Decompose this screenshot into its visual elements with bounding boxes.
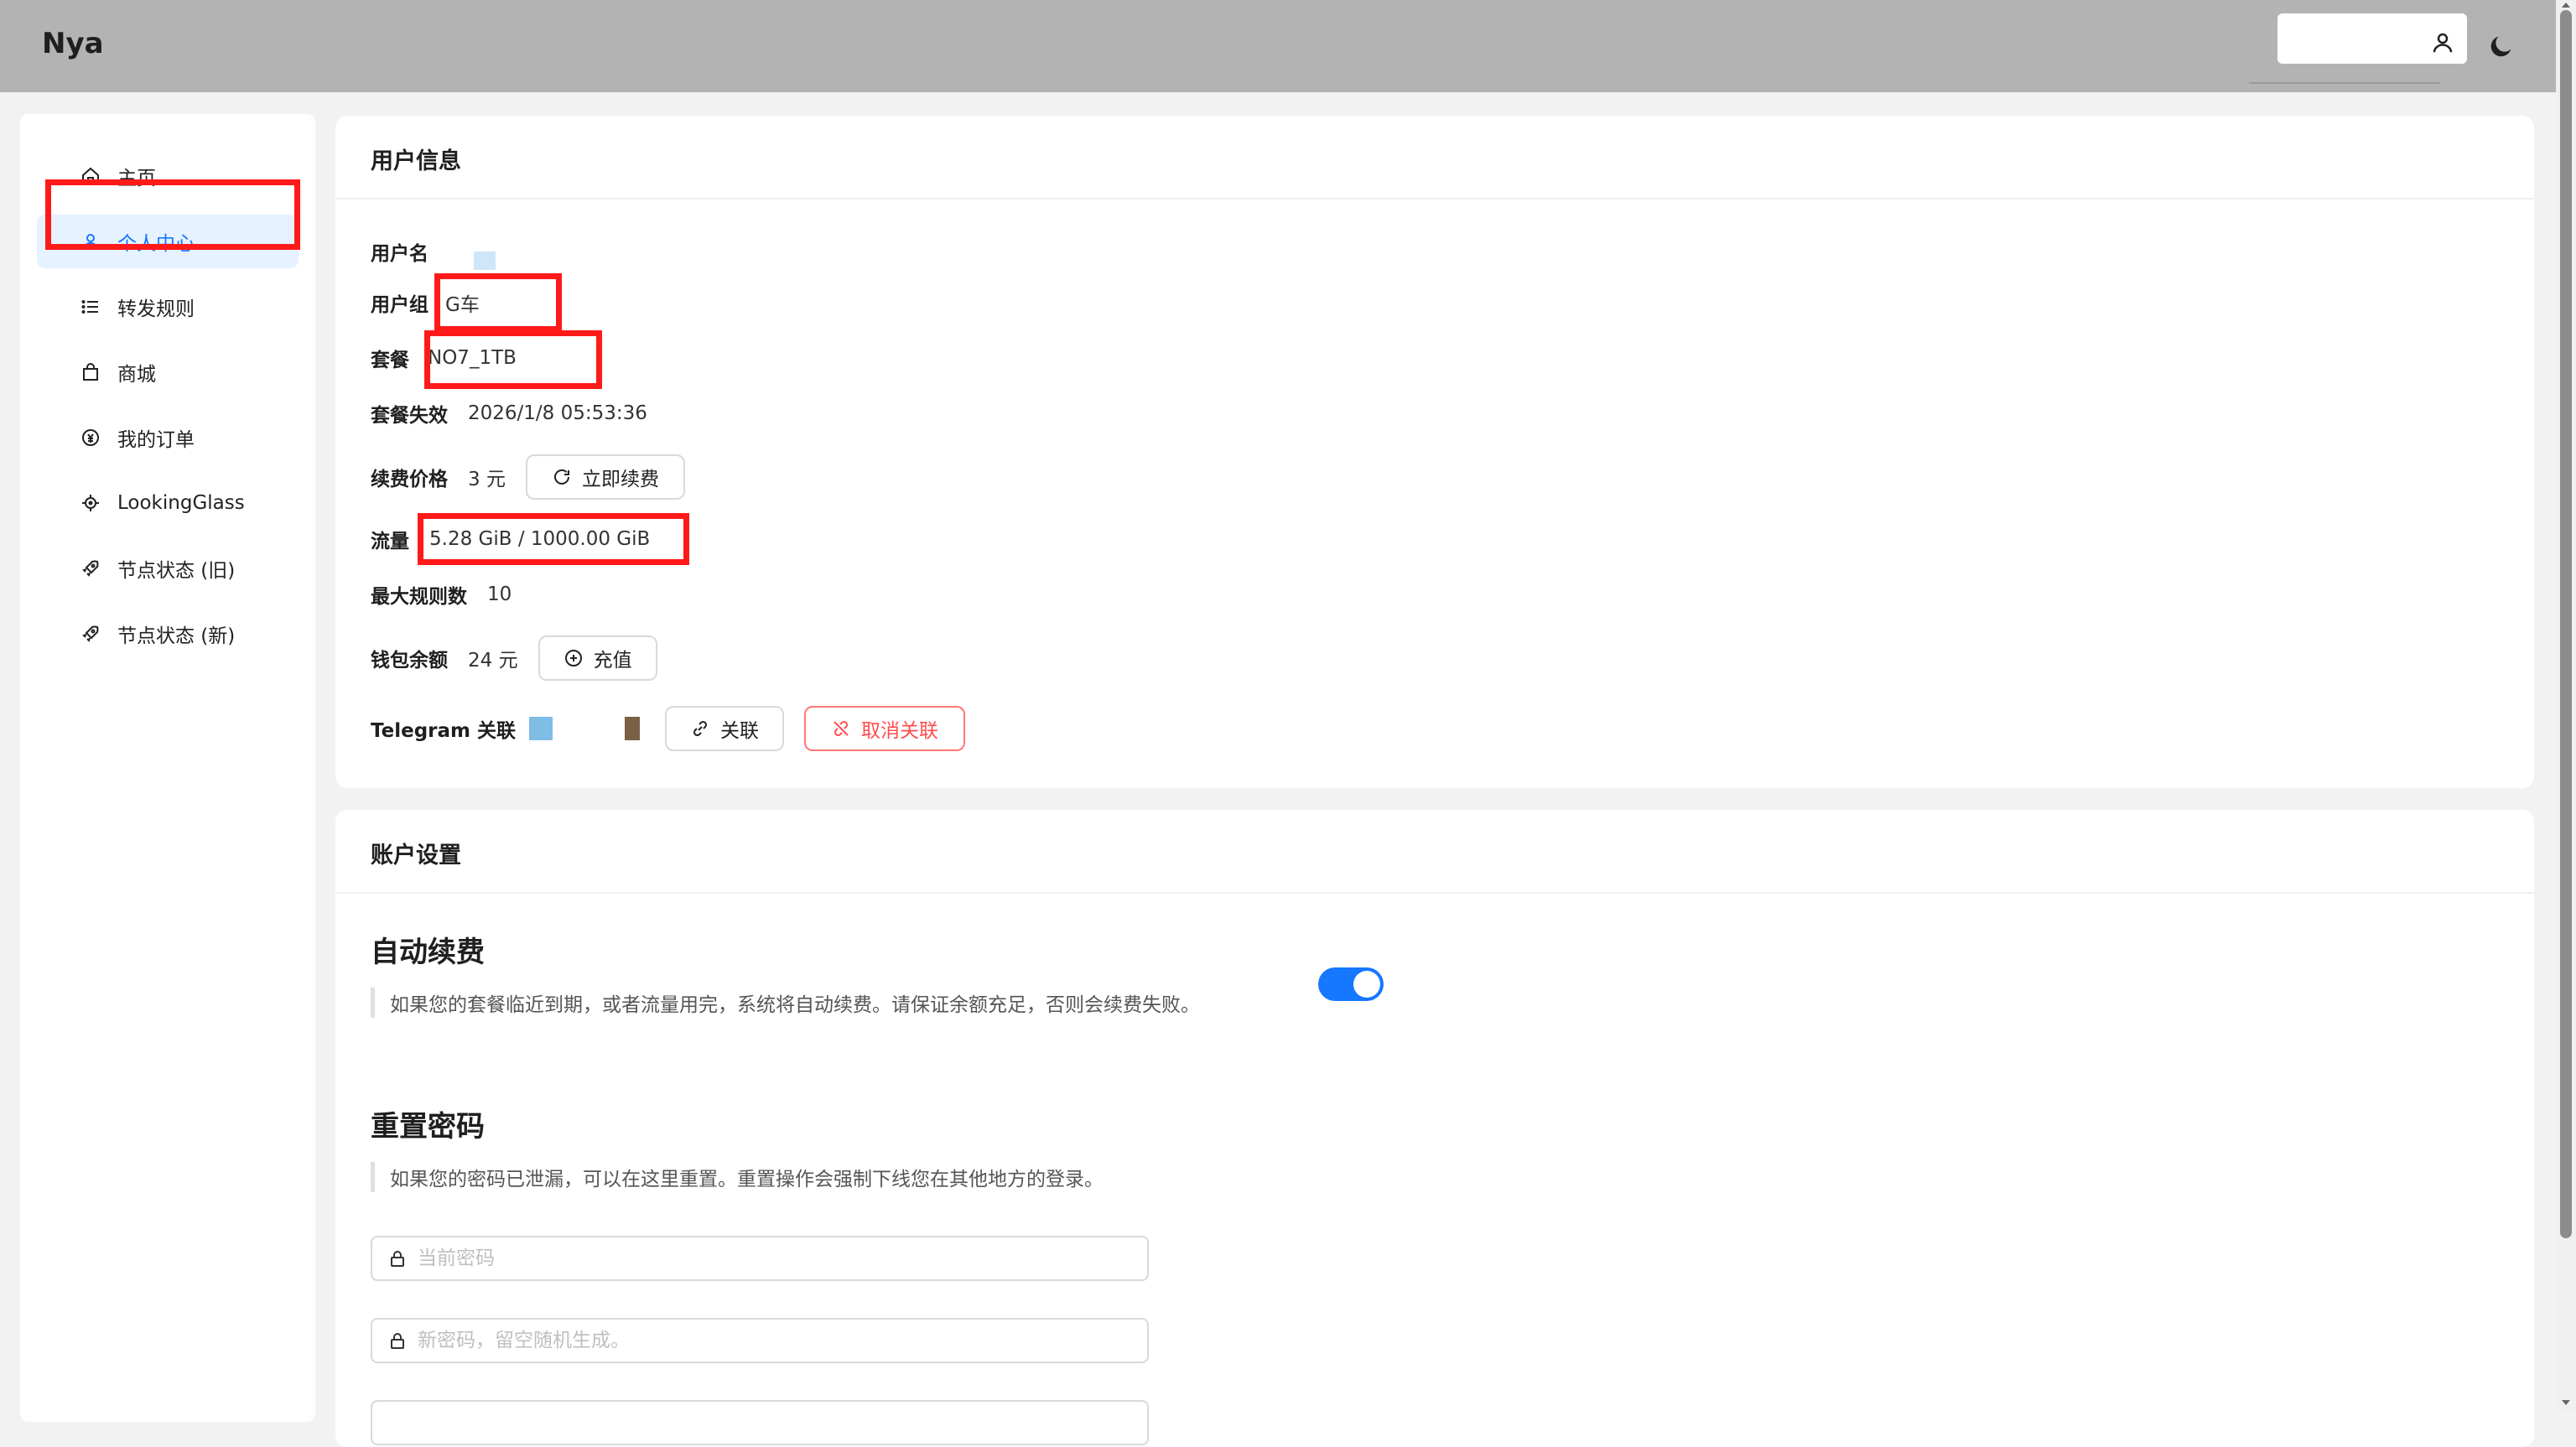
- scrollbar-thumb[interactable]: [2560, 10, 2572, 1238]
- sidebar-item-forward-rules[interactable]: 转发规则: [37, 280, 299, 334]
- card-divider: [335, 198, 2534, 200]
- renew-price-row: 续费价格 3 元 立即续费: [371, 454, 685, 500]
- plan-expire-row: 套餐失效 2026/1/8 05:53:36: [371, 399, 647, 428]
- wallet-value: 24 元: [468, 650, 518, 672]
- link-telegram-button[interactable]: 关联: [665, 706, 785, 751]
- reset-password-title: 重置密码: [371, 1110, 485, 1144]
- telegram-avatar-swatch: [529, 717, 553, 740]
- plan-expire-value: 2026/1/8 05:53:36: [468, 402, 647, 424]
- unlink-icon: [831, 718, 851, 739]
- traffic-label: 流量: [371, 531, 409, 552]
- sidebar-item-label: 转发规则: [117, 298, 195, 320]
- search-underline: [2249, 82, 2440, 84]
- account-settings-card: 账户设置 自动续费 如果您的套餐临近到期，或者流量用完，系统将自动续费。请保证余…: [335, 810, 2534, 1447]
- user-info-title: 用户信息: [371, 148, 461, 174]
- sidebar-item-node-status-new[interactable]: 节点状态 (新): [37, 607, 299, 661]
- username-row: 用户名: [371, 233, 496, 270]
- plus-circle-icon: [564, 648, 584, 668]
- current-password-field[interactable]: [371, 1236, 1149, 1281]
- moon-icon[interactable]: [2487, 32, 2516, 60]
- username-label: 用户名: [371, 243, 428, 265]
- telegram-id-swatch: [625, 717, 641, 740]
- renew-now-label: 立即续费: [581, 468, 659, 490]
- user-info-card: 用户信息 用户名 用户组 G车 套餐 NO7_1TB 套餐失效 2026/1/8…: [335, 116, 2534, 788]
- order-icon: [79, 426, 102, 449]
- sidebar-item-node-status-old[interactable]: 节点状态 (旧): [37, 542, 299, 595]
- link-icon: [690, 718, 710, 739]
- username-avatar-swatch: [474, 252, 496, 270]
- renew-price-value: 3 元: [468, 469, 506, 490]
- rocket-icon: [79, 622, 102, 646]
- shopping-bag-icon: [79, 360, 102, 384]
- max-rules-row: 最大规则数 10: [371, 580, 512, 609]
- auto-renew-toggle[interactable]: [1318, 967, 1384, 1001]
- sidebar-item-lookingglass[interactable]: LookingGlass: [37, 476, 299, 530]
- wallet-label: 钱包余额: [371, 650, 448, 672]
- highlight-box-plan: [424, 330, 602, 389]
- link-telegram-label: 关联: [720, 719, 760, 741]
- aim-icon: [79, 491, 102, 515]
- account-settings-title: 账户设置: [371, 843, 461, 869]
- sidebar: 主页 个人中心 转发规则 商城 我的订单 LookingGlass 节点状态 (…: [20, 114, 315, 1422]
- rocket-icon: [79, 557, 102, 580]
- lock-icon: [387, 1330, 408, 1351]
- unlink-telegram-label: 取消关联: [861, 719, 939, 741]
- sidebar-item-label: LookingGlass: [117, 492, 245, 514]
- highlight-box-user-group: [434, 273, 562, 332]
- telegram-label: Telegram 关联: [371, 720, 517, 742]
- toggle-knob: [1353, 971, 1380, 998]
- brand-logo[interactable]: Nya: [42, 27, 104, 60]
- renew-now-button[interactable]: 立即续费: [525, 454, 685, 500]
- sidebar-item-orders[interactable]: 我的订单: [37, 411, 299, 464]
- sidebar-item-label: 商城: [117, 364, 156, 386]
- confirm-password-field[interactable]: [371, 1400, 1149, 1445]
- card-divider: [335, 892, 2534, 894]
- new-password-field[interactable]: [371, 1318, 1149, 1363]
- user-group-label: 用户组: [371, 294, 428, 316]
- scroll-down-arrow-icon[interactable]: [2559, 1397, 2573, 1408]
- reset-password-description: 如果您的密码已泄漏，可以在这里重置。重置操作会强制下线您在其他地方的登录。: [371, 1162, 1104, 1192]
- refresh-icon: [552, 467, 572, 487]
- auto-renew-description: 如果您的套餐临近到期，或者流量用完，系统将自动续费。请保证余额充足，否则会续费失…: [371, 988, 1200, 1018]
- unlink-telegram-button[interactable]: 取消关联: [804, 706, 966, 751]
- sidebar-item-label: 节点状态 (旧): [117, 560, 236, 582]
- list-icon: [79, 295, 102, 319]
- current-password-input[interactable]: [416, 1247, 1140, 1270]
- max-rules-label: 最大规则数: [371, 586, 467, 608]
- plan-label: 套餐: [371, 350, 409, 371]
- sidebar-item-label: 我的订单: [117, 429, 195, 451]
- user-icon[interactable]: [2430, 30, 2455, 55]
- wallet-row: 钱包余额 24 元 充值: [371, 635, 657, 681]
- max-rules-value: 10: [487, 583, 512, 605]
- highlight-box-traffic: [418, 513, 689, 565]
- top-header: Nya: [0, 0, 2556, 92]
- recharge-label: 充值: [593, 649, 632, 671]
- recharge-button[interactable]: 充值: [538, 635, 657, 681]
- sidebar-item-label: 节点状态 (新): [117, 625, 236, 647]
- auto-renew-title: 自动续费: [371, 936, 485, 969]
- sidebar-item-shop[interactable]: 商城: [37, 345, 299, 399]
- new-password-input[interactable]: [416, 1329, 1140, 1352]
- highlight-box-profile: [45, 179, 300, 250]
- renew-price-label: 续费价格: [371, 469, 448, 490]
- lock-icon: [387, 1248, 408, 1268]
- scroll-up-arrow-icon[interactable]: [2559, 0, 2573, 10]
- telegram-row: Telegram 关联 关联 取消关联: [371, 706, 966, 751]
- plan-expire-label: 套餐失效: [371, 405, 448, 427]
